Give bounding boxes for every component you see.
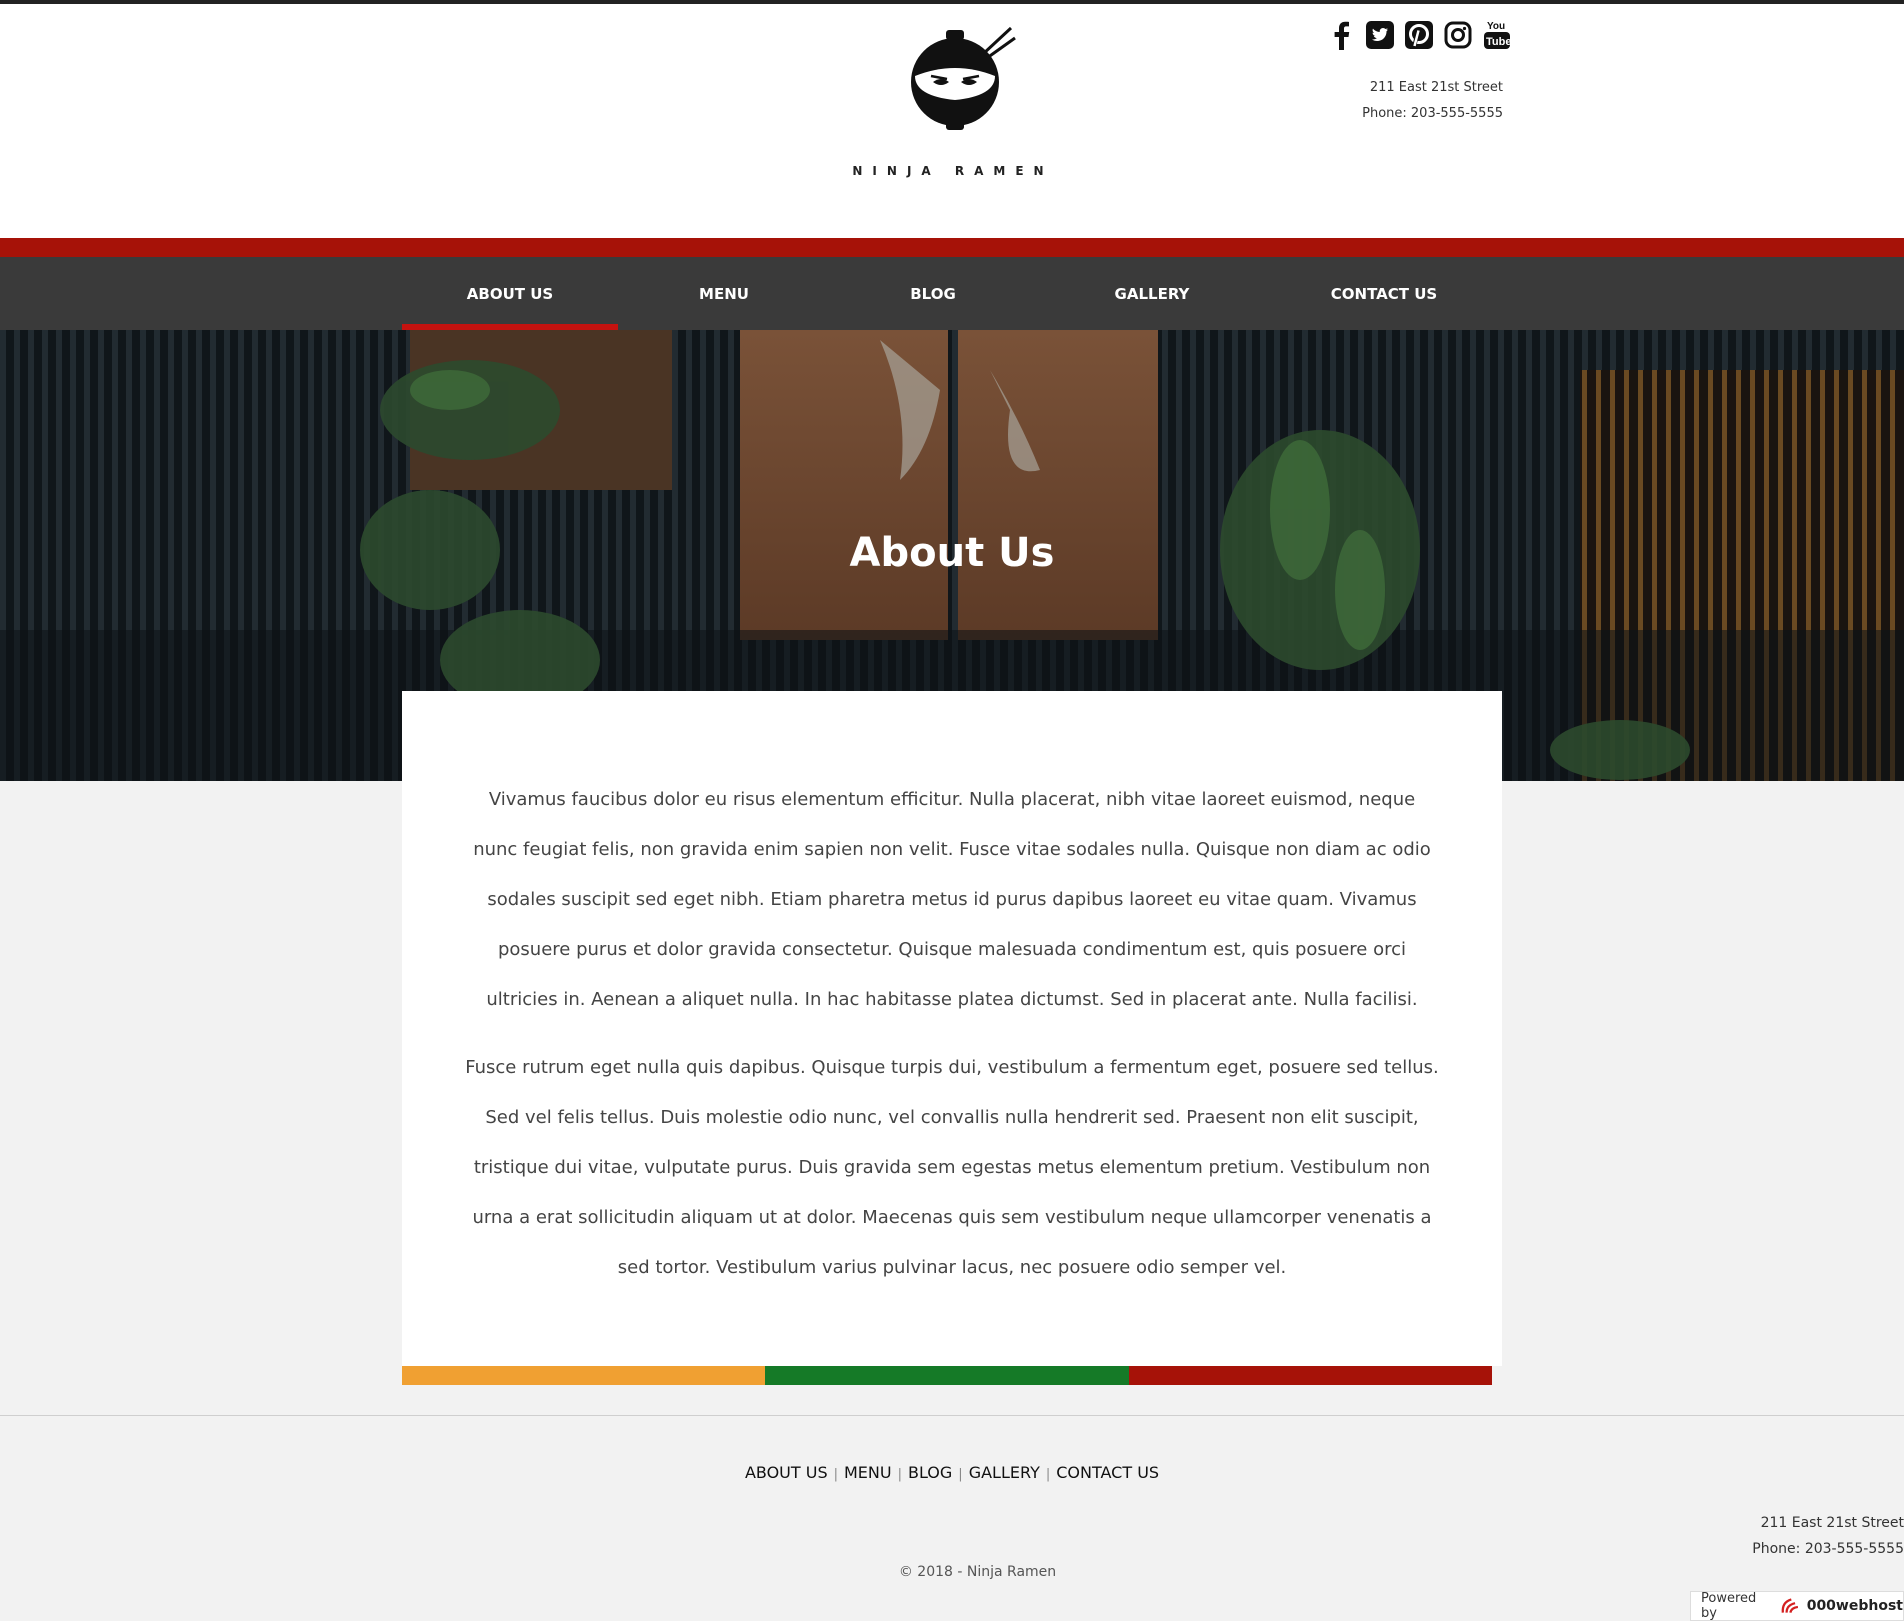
footer-separator: | [958, 1467, 963, 1482]
header-contact: 211 East 21st Street Phone: 203-555-5555 [1362, 75, 1503, 127]
page-title: About Us [849, 530, 1055, 576]
stripe-red [1128, 1366, 1492, 1385]
nav-item-about-us[interactable]: ABOUT US [402, 257, 618, 330]
color-stripes [402, 1366, 1492, 1385]
nav-item-gallery[interactable]: GALLERY [1070, 257, 1234, 330]
svg-text:Tube: Tube [1486, 36, 1511, 48]
phone-number: Phone: 203-555-5555 [1362, 106, 1503, 121]
footer-divider [0, 1415, 1904, 1416]
paragraph-2: Fusce rutrum eget nulla quis dapibus. Qu… [465, 1057, 1439, 1278]
nav-item-blog[interactable]: BLOG [860, 257, 1006, 330]
paragraph-1: Vivamus faucibus dolor eu risus elementu… [473, 789, 1431, 1010]
brand-name: NINJA RAMEN [852, 164, 1054, 178]
footer-link-blog[interactable]: BLOG [908, 1463, 952, 1482]
facebook-icon[interactable] [1324, 18, 1358, 52]
powered-by-label: Powered by [1701, 1591, 1757, 1621]
footer-navigation: ABOUT US | MENU | BLOG | GALLERY | CONTACT US [0, 1463, 1904, 1482]
copyright-text: © 2018 - Ninja Ramen [898, 1564, 1057, 1580]
twitter-icon[interactable] [1363, 18, 1397, 52]
social-links: You Tube [1319, 18, 1514, 52]
stripe-green [765, 1366, 1129, 1385]
webhost-name: 000webhost [1806, 1598, 1903, 1614]
instagram-icon[interactable] [1441, 18, 1475, 52]
footer-separator: | [833, 1467, 838, 1482]
nav-item-menu[interactable]: MENU [650, 257, 798, 330]
footer-phone-number: Phone: 203-555-5555 [1752, 1541, 1904, 1557]
footer-street-address: 211 East 21st Street [1760, 1515, 1904, 1531]
header-red-bar [0, 238, 1904, 257]
powered-by-badge[interactable]: Powered by 000webhost [1690, 1591, 1904, 1621]
main-navigation: ABOUT US MENU BLOG GALLERY CONTACT US [0, 257, 1904, 330]
footer-separator: | [1045, 1467, 1051, 1482]
youtube-icon[interactable]: You Tube [1480, 18, 1514, 52]
footer-contact: 211 East 21st Street Phone: 203-555-5555 [1752, 1510, 1904, 1562]
footer-link-menu[interactable]: MENU [844, 1463, 892, 1482]
content-card: Vivamus faucibus dolor eu risus elementu… [402, 691, 1502, 1366]
webhost-logo-icon [1781, 1598, 1799, 1613]
nav-item-contact-us[interactable]: CONTACT US [1306, 257, 1462, 330]
street-address: 211 East 21st Street [1369, 80, 1503, 95]
svg-text:You: You [1487, 21, 1505, 32]
site-logo[interactable]: NINJA RAMEN [848, 24, 1058, 178]
site-header: NINJA RAMEN You Tube 211 East 21st Street… [0, 4, 1904, 238]
footer-link-contact-us[interactable]: CONTACT US [1056, 1463, 1159, 1482]
ninja-logo-icon [911, 26, 1016, 130]
pinterest-icon[interactable] [1402, 18, 1436, 52]
footer-link-gallery[interactable]: GALLERY [969, 1463, 1040, 1482]
footer-separator: | [897, 1467, 902, 1482]
stripe-orange [402, 1366, 766, 1385]
footer-link-about-us[interactable]: ABOUT US [745, 1463, 828, 1482]
